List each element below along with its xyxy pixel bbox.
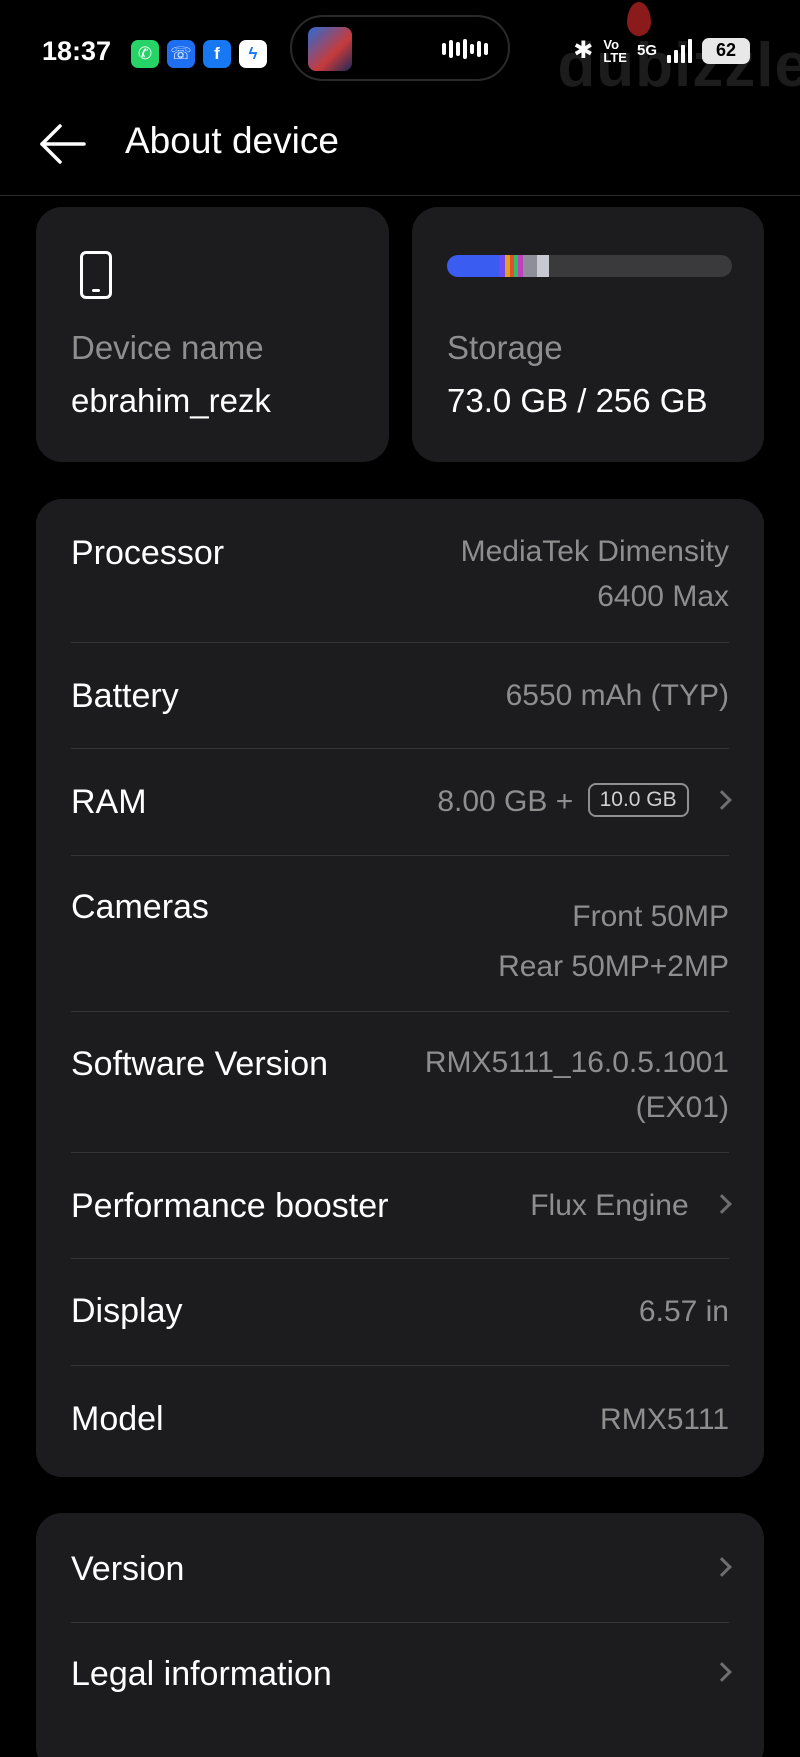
volte-indicator: Vo LTE	[603, 38, 627, 64]
storage-value: 73.0 GB / 256 GB	[447, 382, 708, 419]
cameras-rear: Rear 50MP+2MP	[498, 950, 729, 983]
chevron-right-icon	[712, 1662, 732, 1682]
display-row: Display 6.57 in	[71, 1259, 729, 1366]
device-name-label: Device name	[71, 329, 264, 366]
processor-value-line2: 6400 Max	[597, 580, 729, 613]
software-version-label: Software Version	[71, 1045, 329, 1083]
battery-icon: 62	[702, 37, 750, 64]
battery-value: 6550 mAh (TYP)	[505, 679, 729, 712]
model-label: Model	[71, 1400, 164, 1438]
device-name-value: ebrahim_rezk	[71, 382, 271, 419]
display-label: Display	[71, 1292, 183, 1330]
software-version-value: RMX5111_16.0.5.1001 (EX01)	[425, 1040, 729, 1130]
smartphone-icon	[80, 251, 112, 299]
specs-list: Processor MediaTek Dimensity 6400 Max Ba…	[36, 499, 764, 1477]
model-value: RMX5111	[600, 1403, 729, 1436]
status-bar: dubizzle 18:37 ✆ ☏ f ϟ ✱ Vo LTE 5G 62	[0, 0, 800, 100]
dynamic-island[interactable]	[290, 15, 510, 81]
storage-card[interactable]: Storage 73.0 GB / 256 GB	[412, 207, 764, 462]
cameras-row: Cameras Front 50MP Rear 50MP+2MP	[71, 856, 729, 1012]
app-header: About device	[0, 100, 800, 196]
processor-value: MediaTek Dimensity 6400 Max	[461, 529, 729, 619]
chevron-right-icon	[712, 1557, 732, 1577]
software-version-line1: RMX5111_16.0.5.1001	[424, 1046, 729, 1079]
model-row: Model RMX5111	[71, 1366, 729, 1477]
bluetooth-icon: ✱	[573, 37, 594, 64]
processor-value-line1: MediaTek Dimensity	[460, 535, 729, 568]
info-links-card: Version Legal information	[36, 1513, 764, 1757]
audio-wave-icon	[442, 39, 488, 59]
back-arrow-icon[interactable]	[38, 122, 86, 166]
ram-expansion-badge: 10.0 GB	[587, 783, 689, 818]
battery-row: Battery 6550 mAh (TYP)	[71, 643, 729, 749]
ram-row[interactable]: RAM 8.00 GB + 10.0 GB	[71, 749, 732, 856]
device-name-card[interactable]: Device name ebrahim_rezk	[36, 207, 389, 462]
legal-information-label: Legal information	[71, 1655, 332, 1693]
cameras-label: Cameras	[71, 888, 209, 926]
status-indicators: ✱ Vo LTE 5G 62	[573, 36, 750, 65]
chevron-right-icon	[712, 1194, 732, 1214]
network-type: 5G	[636, 42, 657, 59]
ram-label: RAM	[71, 783, 147, 821]
page-title: About device	[125, 120, 339, 161]
display-value: 6.57 in	[638, 1295, 729, 1328]
volte-top: Vo	[603, 36, 620, 52]
battery-label: Battery	[71, 677, 179, 715]
version-label: Version	[71, 1550, 185, 1588]
messenger-icon: ϟ	[239, 40, 267, 68]
chevron-right-icon	[712, 790, 732, 810]
status-time: 18:37	[42, 36, 112, 66]
storage-label: Storage	[447, 329, 563, 366]
performance-booster-label: Performance booster	[71, 1187, 389, 1225]
version-chevron	[697, 1546, 732, 1591]
performance-booster-value: Flux Engine	[530, 1183, 732, 1228]
facebook-icon: f	[203, 40, 231, 68]
ram-base-value: 8.00 GB +	[437, 785, 574, 818]
performance-booster-text: Flux Engine	[530, 1189, 689, 1222]
album-art-icon	[308, 27, 352, 71]
legal-information-row[interactable]: Legal information	[71, 1623, 732, 1729]
cameras-front: Front 50MP	[572, 900, 729, 933]
cameras-value: Front 50MP Rear 50MP+2MP	[498, 892, 729, 992]
ram-value: 8.00 GB + 10.0 GB	[437, 779, 732, 824]
processor-label: Processor	[71, 534, 225, 572]
volte-bottom: LTE	[603, 49, 627, 65]
phone-icon: ☏	[167, 40, 195, 68]
version-row[interactable]: Version	[71, 1513, 732, 1623]
performance-booster-row[interactable]: Performance booster Flux Engine	[71, 1153, 732, 1259]
legal-information-chevron	[697, 1651, 732, 1696]
software-version-row: Software Version RMX5111_16.0.5.1001 (EX…	[71, 1012, 729, 1153]
software-version-line2: (EX01)	[635, 1091, 729, 1124]
notification-icons: ✆ ☏ f ϟ	[131, 40, 267, 68]
storage-usage-bar	[447, 255, 732, 277]
signal-icon	[667, 38, 692, 63]
whatsapp-icon: ✆	[131, 40, 159, 68]
processor-row: Processor MediaTek Dimensity 6400 Max	[71, 499, 729, 643]
